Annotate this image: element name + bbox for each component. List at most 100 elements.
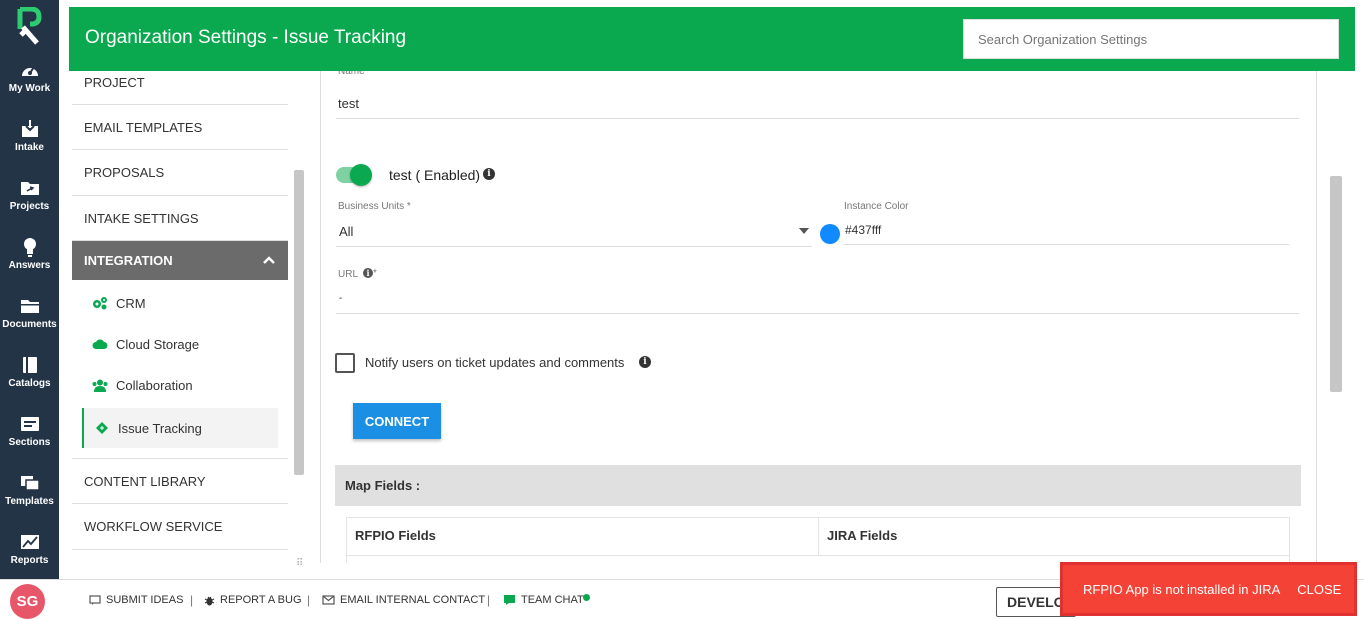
- content-scrollbar[interactable]: [1330, 176, 1342, 392]
- business-units-select[interactable]: All: [339, 224, 353, 239]
- search-input[interactable]: [963, 19, 1339, 59]
- column-header-rfpio-fields: RFPIO Fields: [347, 518, 819, 556]
- instance-color-field[interactable]: #437fff: [845, 223, 881, 237]
- gears-icon: [92, 296, 108, 310]
- nav-label: Intake: [15, 142, 44, 153]
- gauge-icon: [20, 60, 40, 80]
- email-internal-contact-link[interactable]: EMAIL INTERNAL CONTACT: [322, 594, 485, 606]
- rfpio-logo-icon[interactable]: [0, 0, 59, 52]
- sidebar-subitem-label: Cloud Storage: [116, 336, 200, 352]
- nav-templates[interactable]: Templates: [0, 461, 59, 519]
- avatar[interactable]: SG: [10, 584, 45, 619]
- nav-answers[interactable]: Answers: [0, 225, 59, 283]
- sidebar-item-project[interactable]: PROJECT: [72, 71, 288, 105]
- book-icon: [20, 355, 40, 375]
- sidebar-item-intake-settings[interactable]: INTAKE SETTINGS: [72, 196, 288, 241]
- resize-handle-icon[interactable]: ⠿: [296, 558, 303, 569]
- instance-color-label: Instance Color: [844, 201, 909, 212]
- nav-label: Answers: [8, 260, 51, 271]
- inbox-download-icon: [20, 119, 40, 139]
- online-status-dot: [583, 594, 590, 601]
- sidebar-subitem-label: CRM: [116, 295, 146, 311]
- nav-reports[interactable]: Reports: [0, 520, 59, 578]
- nav-label: Projects: [9, 201, 50, 212]
- toast-close-button[interactable]: CLOSE: [1297, 582, 1341, 597]
- sidebar-item-proposals[interactable]: PROPOSALS: [72, 150, 288, 196]
- chevron-up-icon[interactable]: [262, 253, 276, 268]
- settings-sidebar: PROJECT EMAIL TEMPLATES PROPOSALS INTAKE…: [72, 71, 288, 563]
- toggle-label: test ( Enabled): [389, 167, 481, 183]
- footer-link-label: EMAIL INTERNAL CONTACT: [340, 594, 486, 606]
- color-swatch[interactable]: [820, 224, 840, 244]
- url-label: URL: [338, 269, 359, 280]
- enabled-toggle[interactable]: [336, 164, 372, 186]
- sidebar-subitem-collaboration[interactable]: Collaboration: [82, 365, 278, 405]
- app-root: My Work Intake Projects Answers Document…: [0, 0, 1364, 619]
- nav-my-work[interactable]: My Work: [0, 48, 59, 106]
- content-divider: [320, 71, 321, 563]
- nav-label: Templates: [5, 496, 54, 507]
- name-label: Name: [338, 71, 365, 77]
- nav-label: Catalogs: [8, 378, 51, 389]
- sidebar-item-integration[interactable]: INTEGRATION: [72, 241, 288, 280]
- url-field[interactable]: -: [339, 293, 342, 304]
- column-header-jira-fields: JIRA Fields: [819, 518, 1289, 556]
- nav-intake[interactable]: Intake: [0, 107, 59, 165]
- url-required-mark: *: [373, 268, 377, 279]
- users-icon: [92, 378, 108, 392]
- folder-icon: [20, 296, 40, 316]
- envelope-icon: [322, 595, 335, 605]
- chat-icon: [503, 594, 516, 606]
- submit-ideas-link[interactable]: SUBMIT IDEAS: [89, 594, 183, 606]
- map-fields-table: RFPIO Fields JIRA Fields: [346, 517, 1290, 563]
- folder-share-icon: [20, 178, 40, 198]
- footer-separator: |: [487, 593, 491, 607]
- footer-separator: |: [190, 593, 194, 607]
- sidebar-item-workflow-service[interactable]: WORKFLOW SERVICE: [72, 504, 288, 550]
- nav-projects[interactable]: Projects: [0, 166, 59, 224]
- lightbulb-icon: [20, 237, 40, 257]
- main-nav-rail: My Work Intake Projects Answers Document…: [0, 0, 59, 579]
- sidebar-subitem-issue-tracking[interactable]: Issue Tracking: [82, 408, 278, 448]
- copy-icon: [20, 473, 40, 493]
- nav-label: Sections: [8, 437, 51, 448]
- section-card-icon: [20, 414, 40, 434]
- sidebar-subitem-crm[interactable]: CRM: [82, 283, 278, 323]
- chart-image-icon: [20, 532, 40, 552]
- content-divider: [1316, 71, 1317, 563]
- name-field-underline: [336, 118, 1299, 119]
- nav-documents[interactable]: Documents: [0, 284, 59, 342]
- notify-checkbox[interactable]: [335, 353, 355, 373]
- toggle-knob: [350, 164, 372, 186]
- name-field[interactable]: test: [338, 96, 359, 111]
- error-toast: RFPIO App is not installed in JIRA CLOSE: [1060, 562, 1357, 616]
- sidebar-item-email-templates[interactable]: EMAIL TEMPLATES: [72, 105, 288, 150]
- sidebar-subitem-label: Collaboration: [116, 377, 193, 393]
- chevron-down-icon[interactable]: [799, 228, 809, 234]
- info-icon[interactable]: i: [483, 168, 495, 180]
- business-units-label: Business Units *: [338, 201, 411, 212]
- nav-sections[interactable]: Sections: [0, 402, 59, 460]
- info-icon[interactable]: i: [363, 268, 373, 278]
- info-icon[interactable]: i: [639, 356, 651, 368]
- nav-label: My Work: [8, 83, 51, 94]
- instance-color-underline: [843, 244, 1289, 245]
- comment-icon: [89, 594, 101, 606]
- ticket-icon: [94, 421, 110, 435]
- url-field-underline: [336, 313, 1299, 314]
- business-units-underline: [336, 246, 812, 247]
- sidebar-item-content-library[interactable]: CONTENT LIBRARY: [72, 458, 288, 504]
- map-fields-header: Map Fields :: [335, 465, 1301, 506]
- page-title: Organization Settings - Issue Tracking: [85, 27, 407, 48]
- toast-message: RFPIO App is not installed in JIRA: [1083, 581, 1281, 597]
- sidebar-scrollbar[interactable]: [294, 170, 304, 475]
- team-chat-link[interactable]: TEAM CHAT: [503, 594, 584, 606]
- nav-catalogs[interactable]: Catalogs: [0, 343, 59, 401]
- connect-button[interactable]: CONNECT: [353, 403, 441, 439]
- report-bug-link[interactable]: REPORT A BUG: [204, 594, 302, 606]
- notify-label: Notify users on ticket updates and comme…: [365, 355, 625, 370]
- sidebar-subitem-cloud-storage[interactable]: Cloud Storage: [82, 324, 278, 364]
- footer-link-label: REPORT A BUG: [220, 594, 302, 606]
- footer-link-label: SUBMIT IDEAS: [106, 594, 184, 606]
- footer-separator: |: [307, 593, 311, 607]
